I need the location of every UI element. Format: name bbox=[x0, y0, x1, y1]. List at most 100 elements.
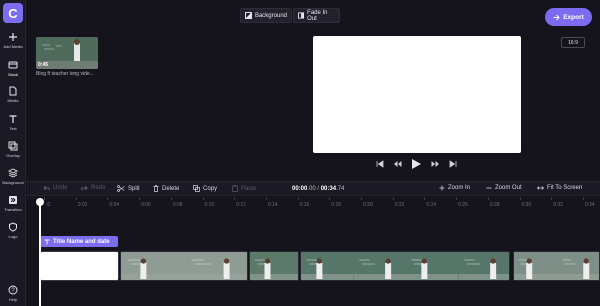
playhead-handle[interactable] bbox=[36, 198, 44, 206]
ruler-tick-label: 0:14 bbox=[267, 202, 278, 208]
ruler-tick-label: 0:12 bbox=[236, 202, 246, 208]
sidebar-item-text[interactable]: Text bbox=[0, 114, 26, 131]
media-icon bbox=[9, 86, 17, 96]
ruler-tick-label: 0:28 bbox=[489, 202, 500, 208]
copy-icon bbox=[193, 185, 200, 192]
export-button[interactable]: Export bbox=[545, 8, 592, 26]
sidebar-item-label: Media bbox=[7, 98, 19, 103]
ruler-tick-mark bbox=[139, 197, 141, 200]
help-icon: ? bbox=[8, 285, 18, 295]
paste-button[interactable]: Paste bbox=[232, 185, 256, 192]
ruler-tick-mark bbox=[392, 197, 394, 200]
play-icon bbox=[412, 159, 421, 169]
fast-forward-button[interactable] bbox=[431, 160, 440, 168]
ruler-tick-label: 0:22 bbox=[394, 202, 405, 208]
fade-button-label: Fade In Out bbox=[307, 9, 328, 22]
video-preview[interactable] bbox=[313, 36, 521, 153]
video-clip[interactable] bbox=[249, 251, 299, 281]
paste-icon bbox=[232, 185, 238, 192]
sidebar-item-label: Stock bbox=[7, 72, 18, 77]
copy-button[interactable]: Copy bbox=[193, 185, 217, 192]
video-frame-thumbnail bbox=[185, 252, 247, 280]
sidebar-item-background[interactable]: Background bbox=[0, 168, 26, 185]
sidebar-item-overlay[interactable]: Overlay bbox=[0, 141, 26, 158]
playhead-line[interactable] bbox=[39, 199, 41, 306]
video-frame-thumbnail bbox=[514, 252, 558, 280]
fade-in-out-button[interactable]: Fade In Out bbox=[293, 8, 340, 23]
background-icon bbox=[8, 168, 18, 178]
zoom-out-label: Zoom Out bbox=[495, 185, 522, 191]
media-filename: Blog ft teacher long vide... bbox=[36, 71, 94, 77]
ruler-tick-label: 0:16 bbox=[299, 202, 310, 208]
zoom-in-button[interactable]: Zoom In bbox=[439, 185, 470, 191]
ruler-tick-label: 0:10 bbox=[204, 202, 215, 208]
redo-icon bbox=[81, 185, 88, 191]
video-frame-thumbnail bbox=[458, 252, 509, 280]
fast-forward-icon bbox=[431, 161, 439, 167]
ruler-tick-label: :0 bbox=[46, 202, 51, 208]
sidebar-item-label: Background bbox=[2, 180, 24, 185]
delete-button[interactable]: Delete bbox=[153, 185, 179, 192]
ruler-tick-mark bbox=[424, 197, 426, 200]
video-frame-thumbnail bbox=[557, 252, 599, 280]
copy-label: Copy bbox=[203, 185, 218, 192]
sidebar-item-help[interactable]: ? Help bbox=[0, 285, 26, 302]
ruler-tick-label: 0:18 bbox=[331, 202, 342, 208]
ruler-tick-mark bbox=[44, 197, 45, 200]
redo-button[interactable]: Redo bbox=[81, 185, 105, 191]
plus-icon bbox=[9, 33, 17, 41]
sidebar: C Add Media Stock Media Text Overlay Bac… bbox=[0, 0, 26, 306]
ruler-tick-mark bbox=[551, 197, 553, 200]
ruler-tick-label: 0:04 bbox=[109, 202, 120, 208]
undo-label: Undo bbox=[53, 185, 68, 191]
logo-icon bbox=[9, 222, 17, 232]
background-button[interactable]: Background bbox=[240, 8, 292, 23]
title-text-clip[interactable]: Title Name and date bbox=[40, 236, 118, 247]
play-button[interactable] bbox=[411, 158, 422, 170]
rewind-icon bbox=[394, 161, 402, 167]
undo-button[interactable]: Undo bbox=[43, 185, 67, 191]
sidebar-item-logo[interactable]: Logo bbox=[0, 222, 26, 239]
sidebar-item-label: Text bbox=[9, 126, 17, 131]
media-thumbnail[interactable]: 0:45 bbox=[36, 37, 98, 69]
video-clip[interactable] bbox=[300, 251, 510, 281]
video-frame-thumbnail bbox=[301, 252, 354, 280]
current-time-fraction: .00 bbox=[307, 186, 316, 192]
export-label: Export bbox=[563, 13, 584, 21]
video-frame-thumbnail bbox=[406, 252, 459, 280]
timeline-ruler[interactable]: :0 0:02 0:04 0:06 0:08 0:10 0:12 0:14 0:16 0:18 0:… bbox=[27, 197, 600, 211]
blank-white-clip[interactable] bbox=[40, 251, 119, 281]
ruler-tick-mark bbox=[456, 197, 458, 200]
redo-label: Redo bbox=[91, 185, 106, 191]
video-clip[interactable] bbox=[120, 251, 248, 281]
sidebar-item-add-media[interactable]: Add Media bbox=[0, 32, 26, 49]
ruler-tick-mark bbox=[202, 197, 204, 200]
app-logo[interactable]: C bbox=[3, 3, 23, 23]
overlay-icon bbox=[8, 141, 18, 151]
fit-to-screen-button[interactable]: Fit To Screen bbox=[537, 185, 582, 191]
skip-to-start-button[interactable] bbox=[376, 160, 384, 168]
paste-label: Paste bbox=[241, 185, 257, 192]
aspect-ratio-button[interactable]: 16:9 bbox=[561, 37, 585, 48]
ruler-tick-label: 0:20 bbox=[363, 202, 373, 208]
ruler-tick-label: 0:24 bbox=[426, 202, 437, 208]
ruler-tick-mark bbox=[361, 197, 362, 200]
fit-label: Fit To Screen bbox=[547, 185, 583, 191]
video-clip[interactable] bbox=[513, 251, 600, 281]
sidebar-item-stock[interactable]: Stock bbox=[0, 60, 26, 77]
split-button[interactable]: Split bbox=[117, 185, 140, 192]
ruler-tick-label: 0:30 bbox=[521, 202, 532, 208]
skip-to-end-button[interactable] bbox=[449, 160, 457, 168]
text-icon bbox=[9, 115, 17, 123]
skip-forward-icon bbox=[449, 160, 457, 168]
background-swatch-icon bbox=[245, 12, 252, 19]
zoom-out-button[interactable]: Zoom Out bbox=[486, 185, 522, 191]
ruler-tick-label: 0:06 bbox=[141, 202, 151, 208]
transition-icon bbox=[9, 196, 17, 204]
ruler-tick-label: 0:34 bbox=[584, 202, 595, 208]
sidebar-item-transition[interactable]: Transition bbox=[0, 195, 26, 212]
scissors-icon bbox=[117, 185, 125, 192]
sidebar-item-media[interactable]: Media bbox=[0, 86, 26, 103]
rewind-button[interactable] bbox=[393, 160, 402, 168]
sidebar-item-label: Logo bbox=[8, 234, 18, 239]
